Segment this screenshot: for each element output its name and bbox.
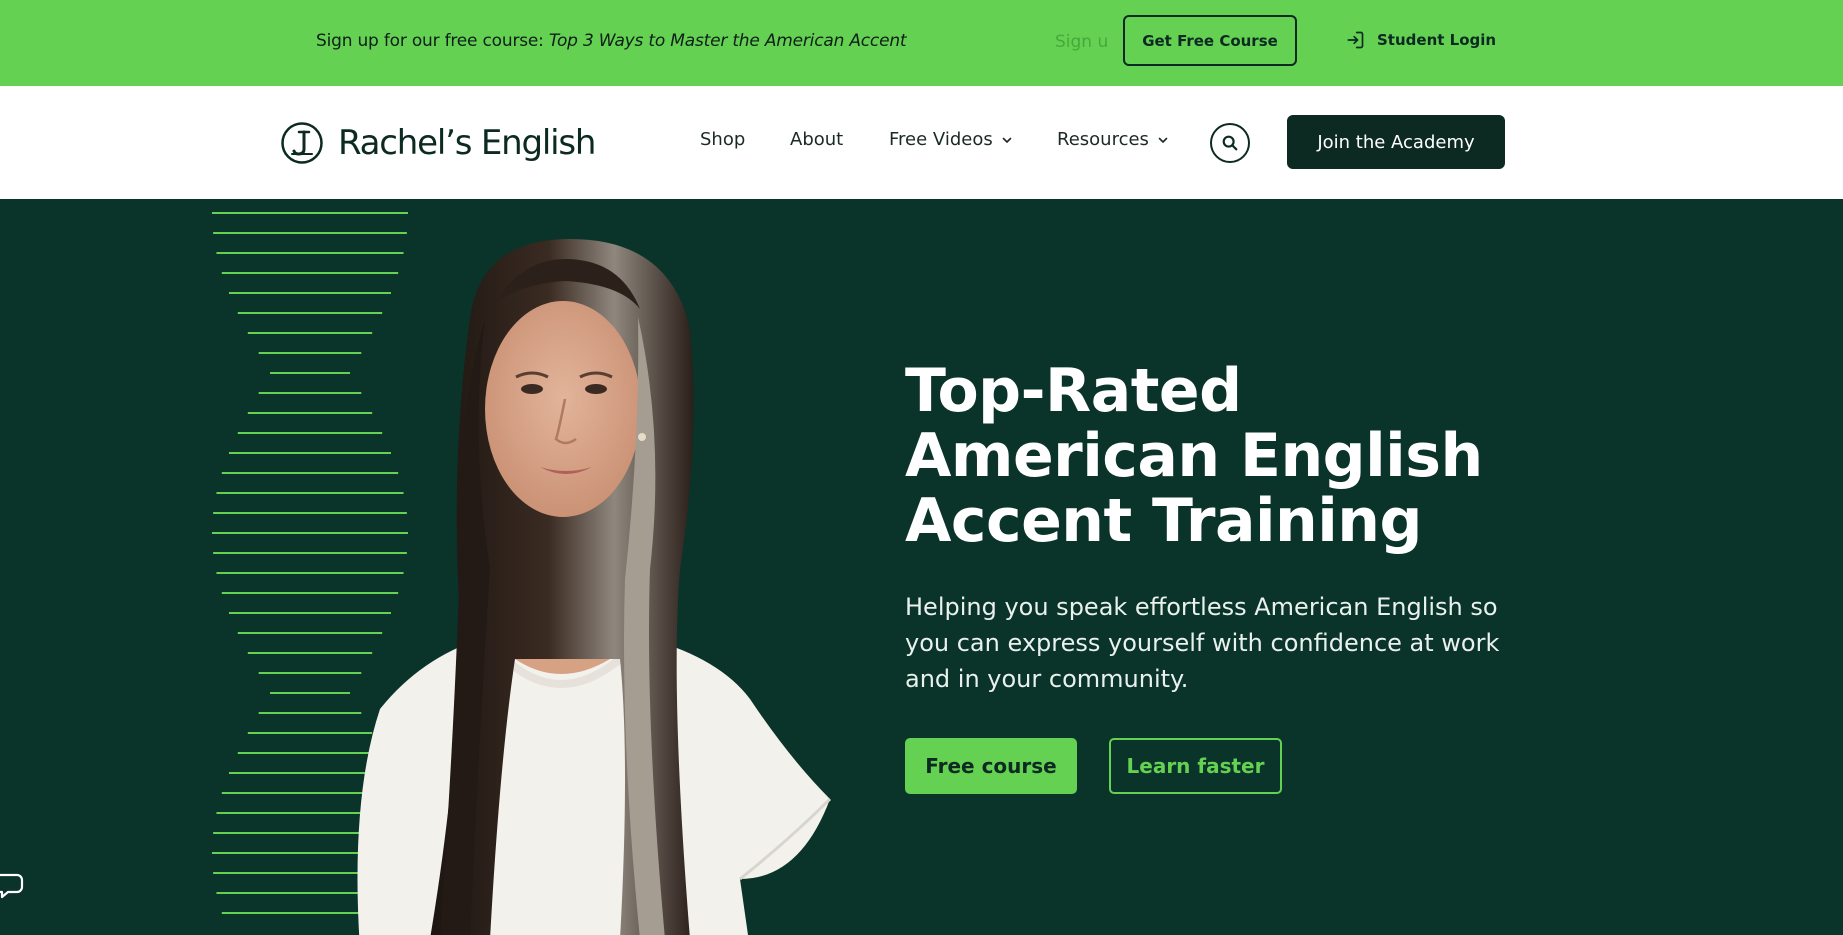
hero-subtitle: Helping you speak effortless American En… xyxy=(905,593,1500,693)
login-arrow-icon xyxy=(1347,31,1364,49)
nav-shop-label: Shop xyxy=(700,129,746,150)
instructor-portrait xyxy=(357,239,832,935)
learn-faster-button[interactable]: Learn faster xyxy=(1109,738,1282,794)
hero-title: Top-Rated American English Accent Traini… xyxy=(905,356,1483,556)
chevron-down-icon xyxy=(1002,137,1012,143)
nav-about-label: About xyxy=(790,129,844,150)
nav-free-videos[interactable]: Free Videos xyxy=(889,129,1013,150)
promo-bar: Sign up for our free course: Top 3 Ways … xyxy=(0,0,1843,86)
promo-signup-ghost-text: Sign up xyxy=(1055,32,1107,52)
search-button[interactable] xyxy=(1210,123,1250,163)
nav-free-videos-label: Free Videos xyxy=(889,129,993,150)
chat-bubble-icon[interactable] xyxy=(0,869,26,903)
promo-lead: Sign up for our free course: xyxy=(316,31,549,51)
nav-about[interactable]: About xyxy=(790,129,843,150)
student-login-label: Student Login xyxy=(1377,31,1497,49)
logo-text: Rachel’s English xyxy=(338,123,596,163)
nav-resources-label: Resources xyxy=(1057,129,1149,150)
hero-section: Top-Rated American English Accent Traini… xyxy=(0,199,1843,935)
promo-text: Sign up for our free course: Top 3 Ways … xyxy=(316,31,907,51)
search-icon xyxy=(1222,135,1238,151)
student-login-link[interactable]: Student Login xyxy=(1345,28,1496,52)
rachels-english-logo-icon xyxy=(281,122,323,164)
promo-course-title: Top 3 Ways to Master the American Accent xyxy=(548,31,907,51)
site-header: Rachel’s English Shop About Free Videos … xyxy=(0,86,1843,199)
site-logo[interactable]: Rachel’s English xyxy=(280,121,596,165)
nav-resources[interactable]: Resources xyxy=(1057,129,1169,150)
nav-shop[interactable]: Shop xyxy=(700,129,745,150)
get-free-course-button[interactable]: Get Free Course xyxy=(1123,15,1297,66)
free-course-button[interactable]: Free course xyxy=(905,738,1077,794)
join-academy-button[interactable]: Join the Academy xyxy=(1287,115,1505,169)
chevron-down-icon xyxy=(1158,137,1168,143)
